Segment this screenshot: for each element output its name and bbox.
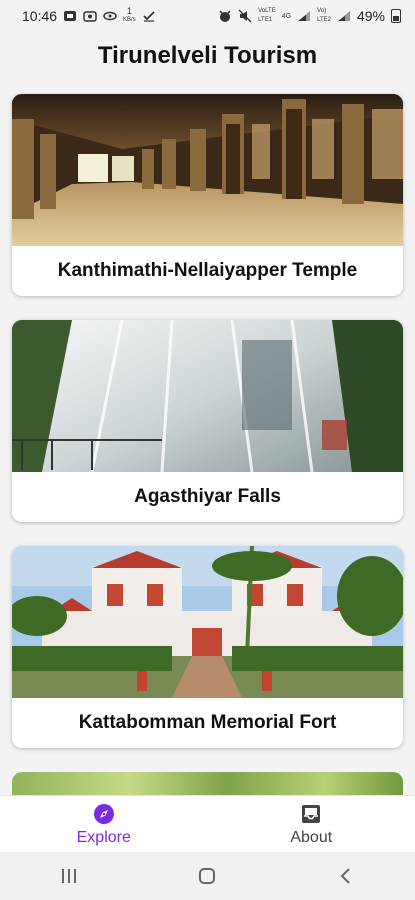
place-image-temple: [12, 94, 403, 246]
inbox-icon: [302, 804, 321, 823]
notification-icon: [64, 11, 77, 21]
place-name: Kattabomman Memorial Fort: [78, 712, 337, 733]
bottom-nav: Explore About: [0, 795, 415, 853]
recent-apps-icon[interactable]: [59, 867, 79, 885]
signal-icon: [298, 11, 311, 21]
signal-icon-2: [337, 11, 350, 21]
place-name: Kanthimathi-Nellaiyapper Temple: [57, 260, 358, 281]
network-2: 4G: [281, 12, 292, 20]
nav-about-label: About: [290, 828, 333, 846]
page-title: Tirunelveli Tourism: [97, 42, 318, 69]
place-name: Agasthiyar Falls: [134, 486, 281, 507]
battery-percent: 49%: [356, 8, 385, 24]
place-card[interactable]: Kanthimathi-Nellaiyapper Temple: [12, 94, 403, 296]
data-rate: 1 KB/s: [123, 7, 136, 25]
place-image-fort: [12, 546, 403, 698]
status-bar: 10:46 1 KB/s VoLTE LTE1 4G Vo) LTE2 49%: [0, 0, 415, 32]
nav-about[interactable]: About: [208, 796, 415, 853]
fort-photo: [12, 546, 403, 698]
alarm-icon: [219, 10, 231, 22]
status-time: 10:46: [22, 8, 58, 24]
home-icon[interactable]: [197, 866, 217, 886]
place-card[interactable]: Kattabomman Memorial Fort: [12, 546, 403, 748]
screenshot-icon: [83, 11, 97, 22]
network-1: VoLTE LTE1: [258, 8, 276, 23]
temple-photo: [12, 94, 403, 246]
mute-icon: [238, 9, 252, 23]
eye-icon: [103, 11, 117, 21]
nav-explore[interactable]: Explore: [0, 796, 208, 853]
data-rate-unit: KB/s: [123, 17, 136, 23]
status-left: 10:46 1 KB/s: [22, 7, 156, 25]
data-rate-value: 1: [126, 6, 132, 16]
place-list[interactable]: Kanthimathi-Nellaiyapper Temple Agasthiy…: [12, 94, 403, 806]
system-nav-bar: [0, 852, 415, 900]
nav-explore-label: Explore: [76, 828, 131, 846]
checkmark-icon: [143, 11, 155, 22]
back-icon[interactable]: [336, 866, 356, 886]
place-card[interactable]: Agasthiyar Falls: [12, 320, 403, 522]
place-image-falls: [12, 320, 403, 472]
battery-icon: [391, 9, 401, 23]
falls-photo: [12, 320, 403, 472]
compass-icon: [93, 803, 114, 824]
network-3: Vo) LTE2: [317, 8, 331, 23]
status-right: VoLTE LTE1 4G Vo) LTE2 49%: [218, 7, 401, 25]
